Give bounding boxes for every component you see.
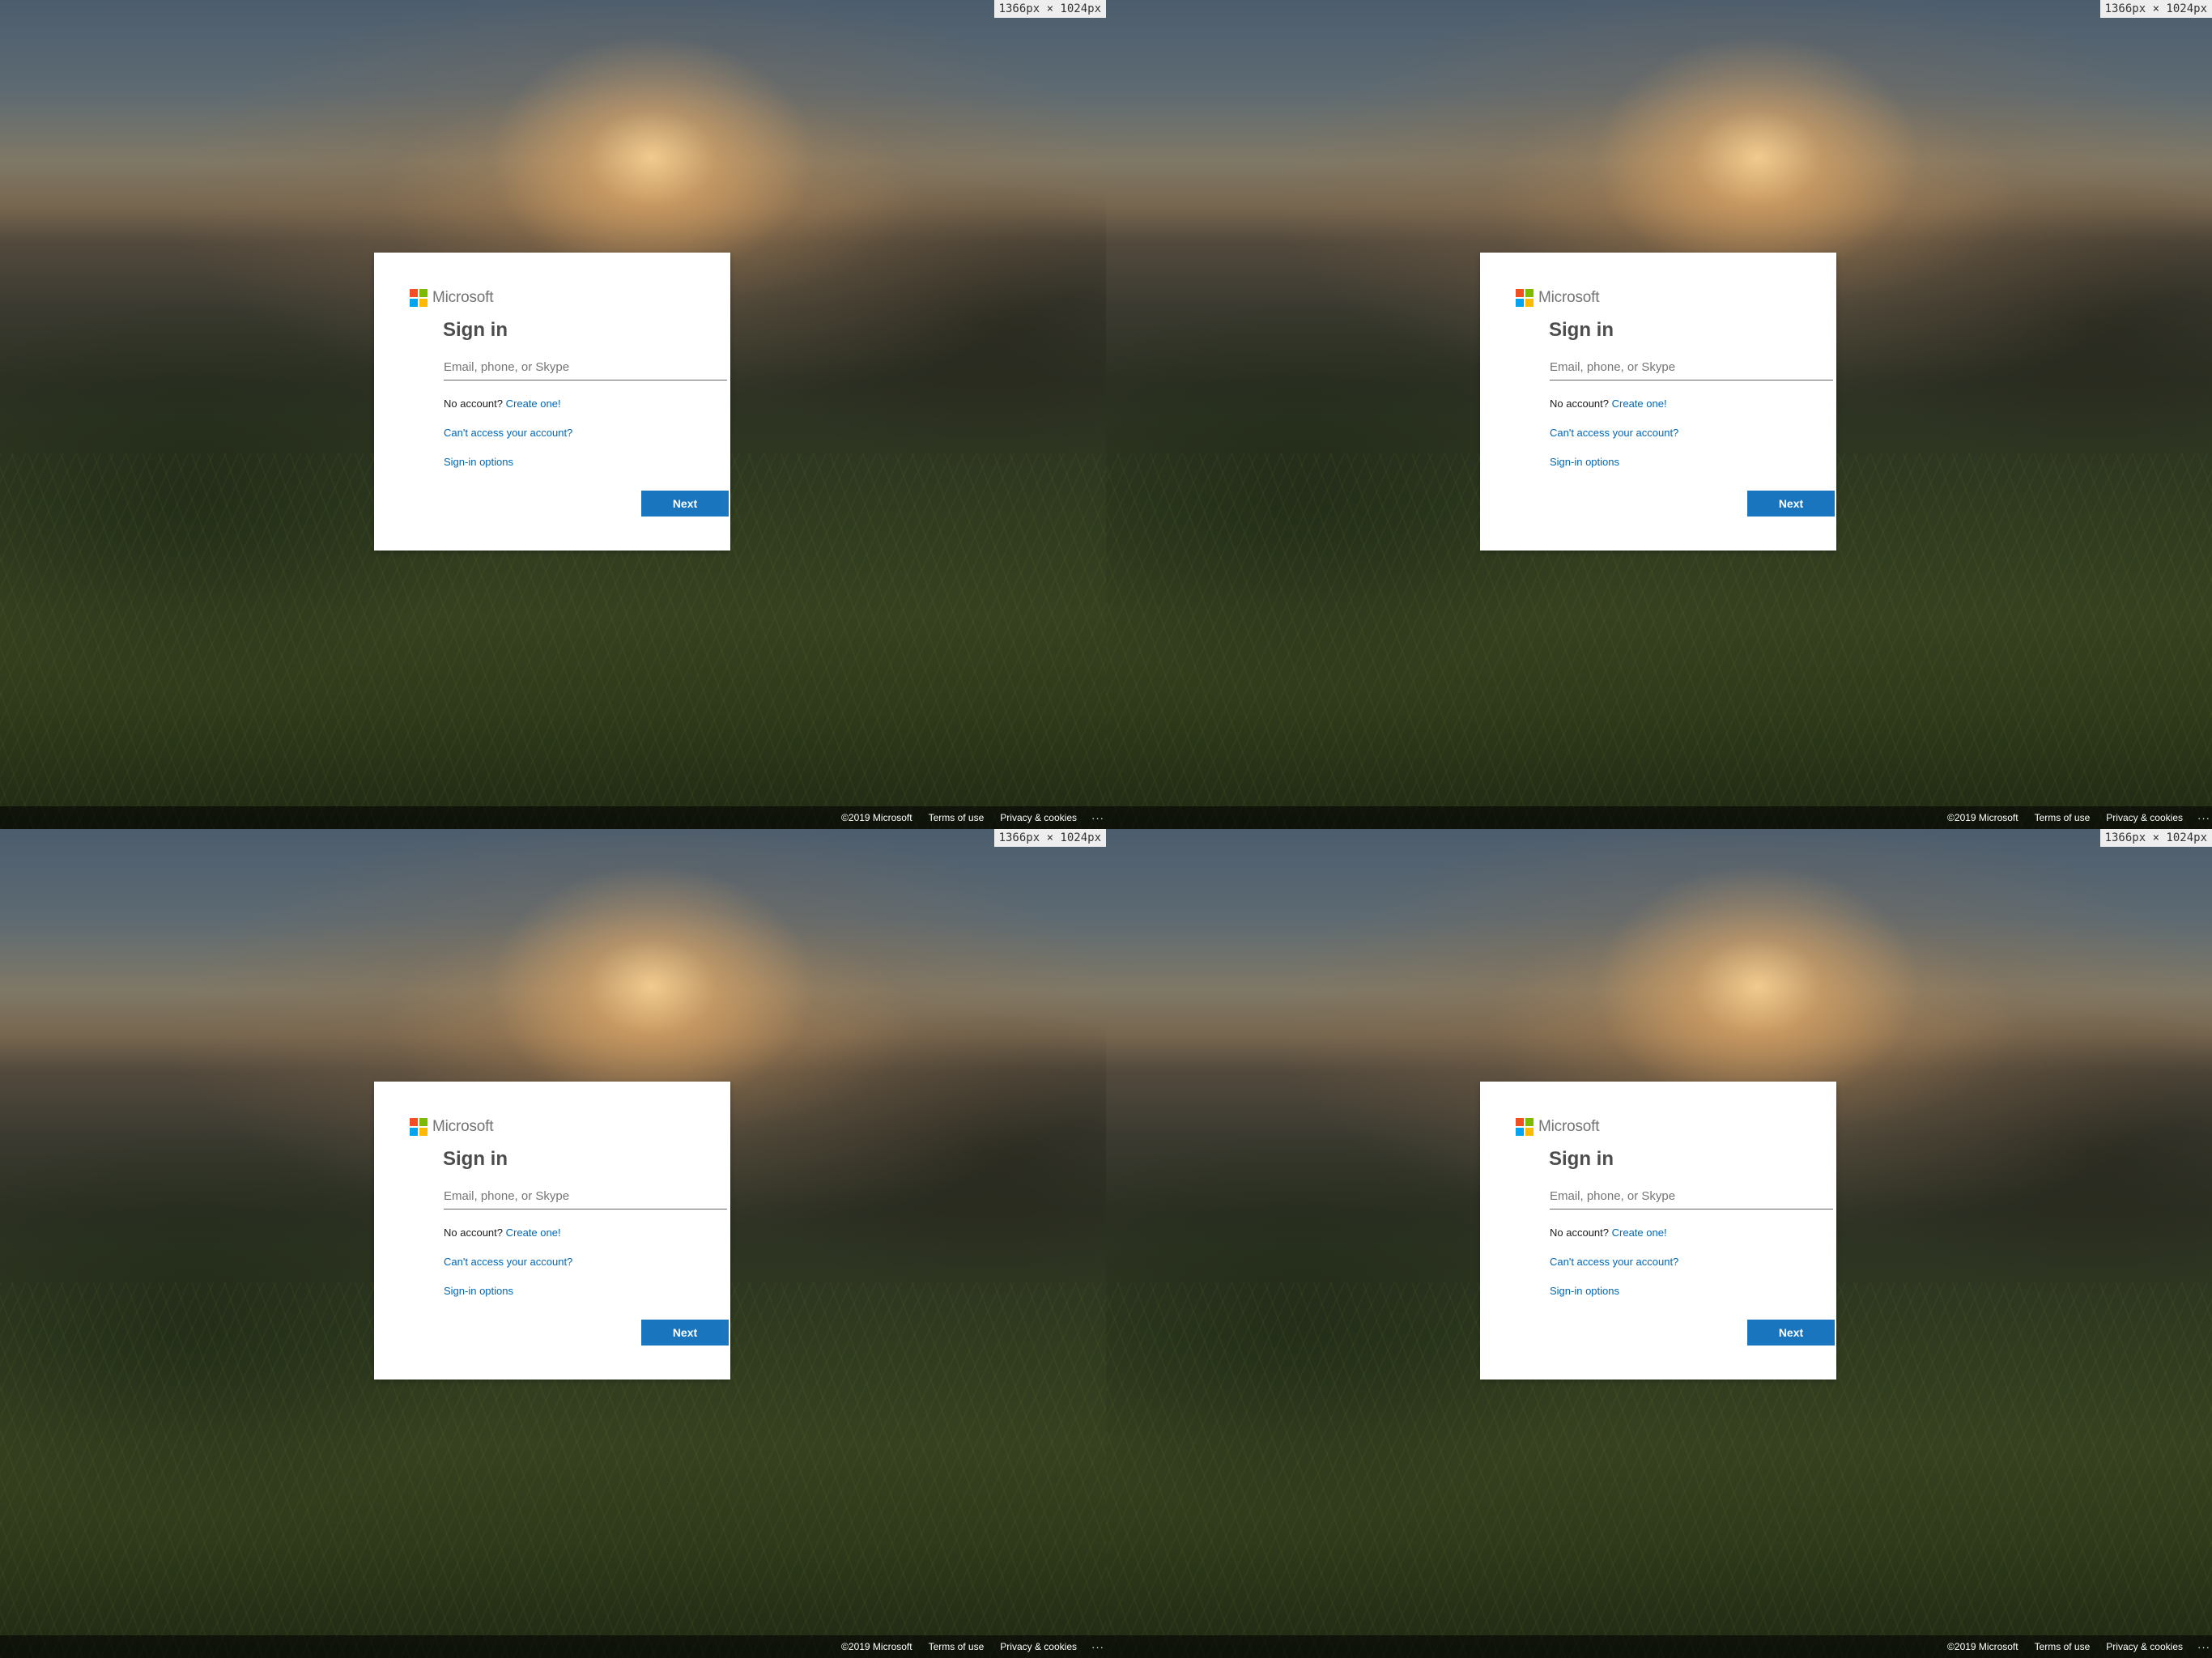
footer-terms-link[interactable]: Terms of use [929,1641,985,1652]
footer-items: ©2019 Microsoft Terms of use Privacy & c… [825,806,1106,829]
create-account-link[interactable]: Create one! [1612,397,1667,410]
footer-copyright: ©2019 Microsoft [1947,1641,2018,1652]
signin-page-panel: 1366px × 1024px Microsoft Sign in No acc… [1106,0,2212,829]
signin-card: Microsoft Sign in No account? Create one… [374,1082,730,1380]
no-account-text: No account? [444,1226,503,1239]
email-field[interactable] [1550,1184,1833,1209]
microsoft-logo-icon [1516,289,1534,307]
logo-text: Microsoft [432,1118,494,1135]
signin-options-link[interactable]: Sign-in options [1550,1285,1619,1297]
footer-privacy-link[interactable]: Privacy & cookies [2106,1641,2183,1652]
footer-privacy-link[interactable]: Privacy & cookies [2106,812,2183,823]
logo-square-yellow [419,1128,428,1136]
footer: ©2019 Microsoft Terms of use Privacy & c… [1106,1635,2212,1658]
signin-card: Microsoft Sign in No account? Create one… [1480,1082,1836,1380]
create-account-link[interactable]: Create one! [506,1226,561,1239]
footer-copyright: ©2019 Microsoft [1947,812,2018,823]
logo-text: Microsoft [1538,1118,1600,1135]
logo-square-green [1525,1118,1534,1126]
page-title: Sign in [1549,1148,1614,1170]
viewport-dimension-label: 1366px × 1024px [2099,0,2212,18]
cant-access-account-link[interactable]: Can't access your account? [1550,1256,1678,1268]
signin-page-panel: 1366px × 1024px Microsoft Sign in No acc… [1106,829,2212,1658]
signin-card: Microsoft Sign in No account? Create one… [374,253,730,551]
logo-square-red [410,289,418,297]
microsoft-logo: Microsoft [1516,288,1599,308]
logo-square-green [419,289,428,297]
microsoft-logo: Microsoft [410,1117,493,1137]
logo-square-red [1516,1118,1524,1126]
footer-items: ©2019 Microsoft Terms of use Privacy & c… [1931,1635,2212,1658]
create-account-link[interactable]: Create one! [506,397,561,410]
no-account-line: No account? Create one! [444,397,561,410]
signin-card: Microsoft Sign in No account? Create one… [1480,253,1836,551]
logo-square-blue [410,1128,418,1136]
next-button[interactable]: Next [1747,491,1835,517]
logo-square-yellow [419,299,428,307]
no-account-text: No account? [1550,397,1609,410]
no-account-text: No account? [444,397,503,410]
footer-copyright: ©2019 Microsoft [841,1641,912,1652]
more-icon[interactable]: ··· [2197,1641,2210,1653]
next-button[interactable]: Next [641,1320,729,1346]
viewport-dimension-label: 1366px × 1024px [993,0,1106,18]
logo-square-green [1525,289,1534,297]
logo-square-yellow [1525,1128,1534,1136]
footer-terms-link[interactable]: Terms of use [929,812,985,823]
signin-page-panel: 1366px × 1024px Microsoft Sign in No acc… [0,0,1106,829]
more-icon[interactable]: ··· [2197,812,2210,824]
no-account-line: No account? Create one! [1550,397,1667,410]
email-field[interactable] [444,1184,727,1209]
logo-square-blue [1516,299,1524,307]
microsoft-logo-icon [1516,1118,1534,1136]
footer-items: ©2019 Microsoft Terms of use Privacy & c… [825,1635,1106,1658]
signin-options-link[interactable]: Sign-in options [444,456,513,468]
logo-square-blue [410,299,418,307]
no-account-text: No account? [1550,1226,1609,1239]
footer-terms-link[interactable]: Terms of use [2035,1641,2091,1652]
cant-access-account-link[interactable]: Can't access your account? [444,1256,572,1268]
cant-access-account-link[interactable]: Can't access your account? [444,427,572,439]
logo-square-yellow [1525,299,1534,307]
logo-square-green [419,1118,428,1126]
more-icon[interactable]: ··· [1091,1641,1104,1653]
next-button[interactable]: Next [1747,1320,1835,1346]
page-title: Sign in [1549,319,1614,341]
footer-privacy-link[interactable]: Privacy & cookies [1000,1641,1077,1652]
next-button[interactable]: Next [641,491,729,517]
more-icon[interactable]: ··· [1091,812,1104,824]
page-title: Sign in [443,1148,508,1170]
footer-terms-link[interactable]: Terms of use [2035,812,2091,823]
logo-square-blue [1516,1128,1524,1136]
footer: ©2019 Microsoft Terms of use Privacy & c… [0,806,1106,829]
footer-items: ©2019 Microsoft Terms of use Privacy & c… [1931,806,2212,829]
signin-page-panel: 1366px × 1024px Microsoft Sign in No acc… [0,829,1106,1658]
logo-square-red [410,1118,418,1126]
viewport-dimension-label: 1366px × 1024px [2099,829,2212,847]
footer-privacy-link[interactable]: Privacy & cookies [1000,812,1077,823]
microsoft-logo: Microsoft [410,288,493,308]
microsoft-logo: Microsoft [1516,1117,1599,1137]
signin-options-link[interactable]: Sign-in options [444,1285,513,1297]
microsoft-logo-icon [410,1118,428,1136]
footer: ©2019 Microsoft Terms of use Privacy & c… [1106,806,2212,829]
logo-text: Microsoft [1538,289,1600,306]
page-title: Sign in [443,319,508,341]
logo-text: Microsoft [432,289,494,306]
cant-access-account-link[interactable]: Can't access your account? [1550,427,1678,439]
viewport-dimension-label: 1366px × 1024px [993,829,1106,847]
no-account-line: No account? Create one! [444,1226,561,1239]
logo-square-red [1516,289,1524,297]
email-field[interactable] [1550,355,1833,380]
create-account-link[interactable]: Create one! [1612,1226,1667,1239]
email-field[interactable] [444,355,727,380]
no-account-line: No account? Create one! [1550,1226,1667,1239]
footer-copyright: ©2019 Microsoft [841,812,912,823]
footer: ©2019 Microsoft Terms of use Privacy & c… [0,1635,1106,1658]
microsoft-logo-icon [410,289,428,307]
signin-options-link[interactable]: Sign-in options [1550,456,1619,468]
screenshot-grid: 1366px × 1024px Microsoft Sign in No acc… [0,0,2212,1658]
